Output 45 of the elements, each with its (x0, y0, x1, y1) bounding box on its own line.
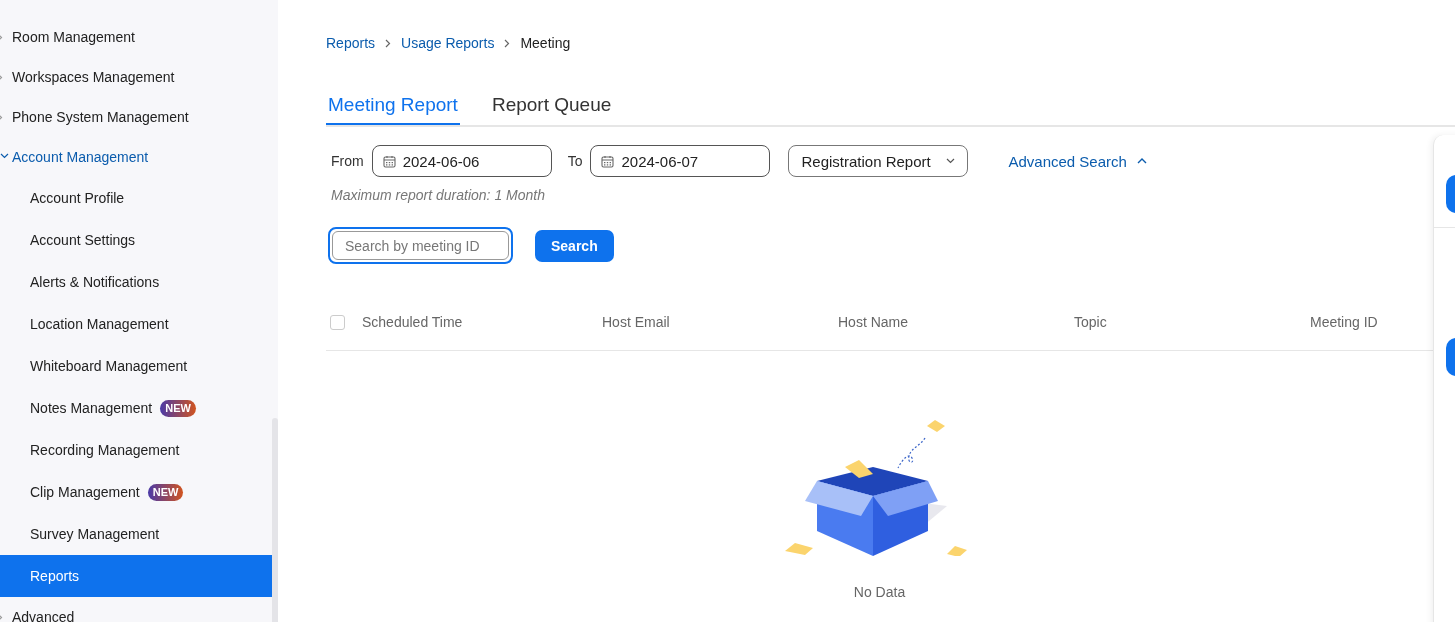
column-header: Host Name (838, 314, 910, 330)
column-header: Host Email (602, 314, 671, 330)
report-type-dropdown[interactable]: Registration Report (788, 145, 969, 177)
calendar-icon (382, 154, 396, 168)
sidebar-item[interactable]: Workspaces Management (0, 57, 272, 97)
sidebar-item[interactable]: Reports (0, 555, 272, 597)
empty-state-text: No Data (853, 584, 906, 600)
sidebar-item[interactable]: Recording Management (0, 429, 272, 471)
from-label: From (331, 153, 364, 169)
column-header: Scheduled Time (362, 314, 464, 330)
scrollbar[interactable] (272, 418, 278, 622)
date-field[interactable]: 2024-06-07 (590, 145, 771, 177)
new-badge: NEW (147, 483, 184, 501)
duration-hint: Maximum report duration: 1 Month (331, 187, 546, 203)
to-label: To (567, 153, 583, 169)
search-button[interactable]: Search (535, 229, 614, 262)
calendar-icon (601, 154, 615, 168)
chevron-icon (385, 38, 392, 48)
sidebar-item[interactable]: Room Management (0, 17, 272, 57)
advanced-search-link[interactable]: Advanced Search (1002, 151, 1153, 171)
tab[interactable]: Report Queue (489, 86, 614, 125)
sidebar-item[interactable]: Notes Management NEW (0, 387, 272, 429)
sidebar-item[interactable]: Survey Management (0, 513, 272, 555)
breadcrumb-link[interactable]: Reports (326, 35, 376, 51)
sidebar-item[interactable]: Account Profile (0, 177, 272, 219)
select-all-checkbox[interactable] (330, 314, 345, 330)
column-header: Topic (1074, 314, 1108, 330)
tab[interactable]: Meeting Report (326, 86, 460, 125)
sidebar-item[interactable]: Phone System Management (0, 97, 272, 137)
sidebar-item[interactable]: Clip Management NEW (0, 471, 272, 513)
new-badge: NEW (160, 399, 196, 417)
chevron-icon (0, 153, 9, 159)
breadcrumb-link[interactable]: Usage Reports (401, 35, 495, 51)
chevron-icon (1136, 158, 1147, 164)
date-field[interactable]: 2024-06-06 (371, 145, 552, 177)
breadcrumb-current: Meeting (520, 35, 571, 51)
sidebar-item[interactable]: Advanced (0, 597, 272, 622)
sidebar-item[interactable]: Whiteboard Management (0, 345, 272, 387)
chevron-icon (946, 158, 956, 164)
sidebar-item[interactable]: Account Settings (0, 219, 272, 261)
sidebar-item[interactable]: Location Management (0, 303, 272, 345)
sidebar-item[interactable]: Alerts & Notifications (0, 261, 272, 303)
sidebar-item[interactable]: Account Management (0, 137, 272, 177)
column-header: Meeting ID (1310, 314, 1379, 330)
chevron-icon (504, 38, 511, 48)
